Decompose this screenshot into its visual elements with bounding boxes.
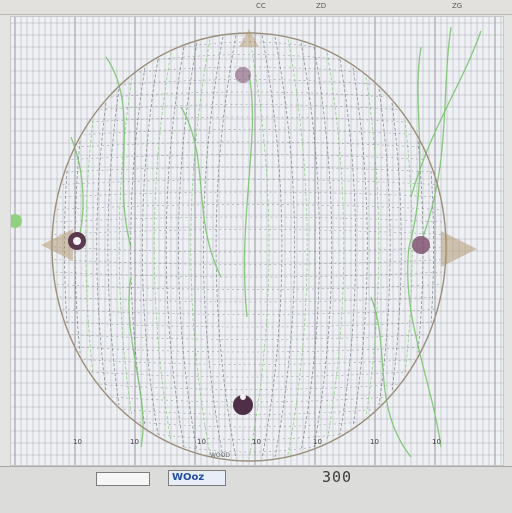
mesh-meridian	[130, 67, 146, 427]
mesh-meridian	[300, 42, 320, 452]
left-node-highlight	[73, 237, 81, 245]
top-label-2: ZD	[316, 2, 327, 10]
axis-label-6: 10	[370, 438, 379, 446]
mesh-meridian	[352, 67, 368, 427]
axis-label-1: 10	[73, 438, 82, 446]
vein-line	[243, 74, 254, 318]
coordinate-field[interactable]	[96, 472, 150, 486]
axis-label-3: 10	[197, 438, 206, 446]
right-node[interactable]	[412, 236, 430, 254]
axis-label-5: 10	[313, 438, 322, 446]
top-spike	[239, 29, 259, 47]
vein-line	[422, 26, 452, 238]
axis-label-2: 10	[130, 438, 139, 446]
window-title-bar: CC ZD ZG	[0, 0, 512, 15]
mesh-meridian	[391, 102, 402, 392]
mesh-meridian	[141, 59, 159, 435]
wooz-button[interactable]: WOoz	[168, 470, 226, 486]
mesh-meridian	[365, 77, 380, 417]
top-node[interactable]	[235, 67, 251, 83]
vein-line	[105, 56, 132, 248]
status-bar	[0, 466, 512, 513]
mesh-meridian	[107, 88, 120, 406]
mesh-meridian	[203, 36, 224, 458]
scale-readout: 300	[322, 468, 353, 486]
top-label-3: ZG	[452, 2, 463, 10]
mesh-meridian	[118, 77, 133, 417]
mesh-meridian	[274, 36, 295, 458]
mesh-diagram	[11, 17, 503, 465]
top-label-1: CC	[256, 2, 266, 10]
axis-label-4: 10	[252, 438, 261, 446]
axis-label-7: 10	[432, 438, 441, 446]
bottom-caption: WOOD	[210, 452, 230, 459]
left-green-dot	[11, 214, 22, 228]
mesh-meridian	[339, 59, 357, 435]
plot-canvas[interactable]	[10, 16, 504, 466]
vein-line	[410, 30, 482, 198]
mesh-meridian	[430, 170, 434, 324]
mesh-meridian	[178, 42, 198, 452]
bottom-node-highlight	[240, 394, 246, 400]
mesh-meridian	[378, 88, 391, 406]
